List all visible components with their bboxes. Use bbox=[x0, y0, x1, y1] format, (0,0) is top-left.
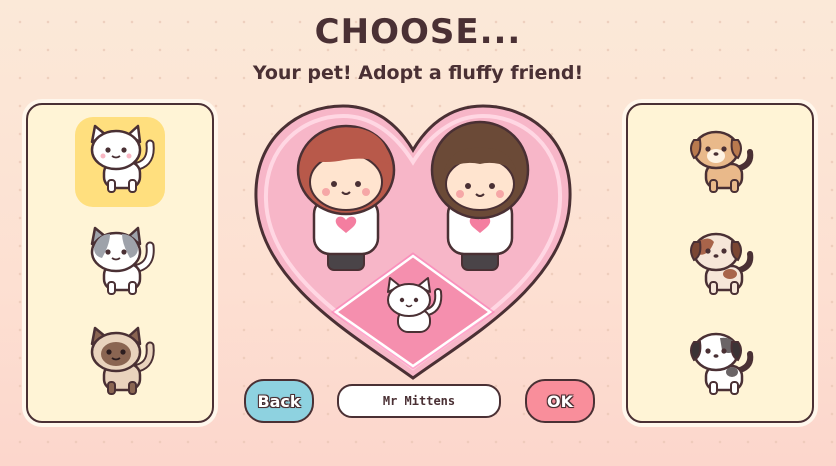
dog-option-brown-white[interactable] bbox=[675, 219, 765, 309]
dog-selection-panel bbox=[626, 103, 814, 423]
tan-puppy-icon bbox=[690, 130, 754, 193]
black-white-puppy-icon bbox=[690, 332, 754, 395]
cat-selection-panel bbox=[26, 103, 214, 423]
cat-option-siamese[interactable] bbox=[75, 319, 165, 409]
cat-option-white[interactable] bbox=[75, 117, 165, 207]
ok-button[interactable]: OK bbox=[525, 379, 595, 423]
siamese-cat-icon bbox=[90, 326, 155, 395]
back-button[interactable]: Back bbox=[244, 379, 314, 423]
pet-name-field[interactable]: Mr Mittens bbox=[337, 384, 501, 418]
dog-option-black-white[interactable] bbox=[675, 319, 765, 409]
white-cat-icon bbox=[90, 124, 155, 193]
dog-option-tan[interactable] bbox=[675, 117, 765, 207]
screen-title: CHOOSE... bbox=[314, 12, 522, 52]
gray-white-cat-icon bbox=[90, 226, 155, 295]
cat-option-gray-white[interactable] bbox=[75, 219, 165, 309]
screen-subtitle: Your pet! Adopt a fluffy friend! bbox=[252, 62, 584, 84]
adoption-heart bbox=[248, 98, 578, 383]
brown-white-puppy-icon bbox=[690, 232, 754, 295]
